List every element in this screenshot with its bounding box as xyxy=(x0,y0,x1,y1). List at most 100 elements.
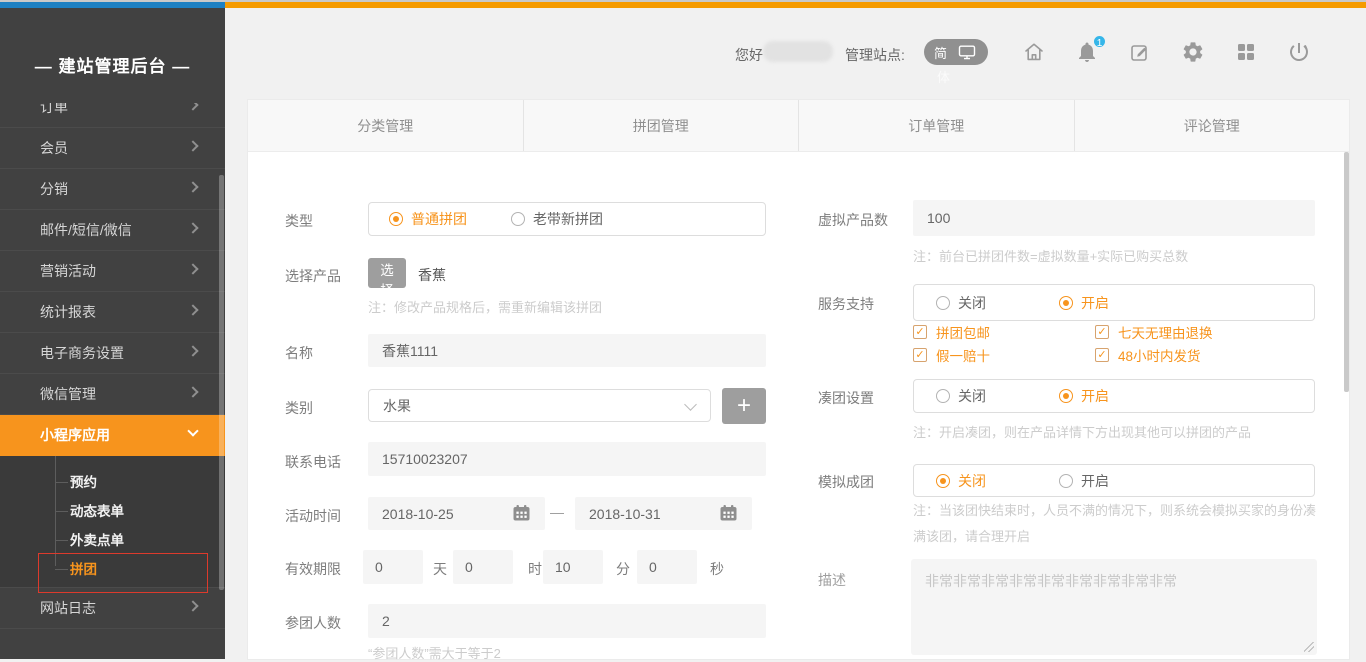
sidebar-subitem-takeout[interactable]: 外卖点单 xyxy=(0,526,225,555)
duration-hours-input[interactable] xyxy=(453,550,513,584)
power-icon[interactable] xyxy=(1287,40,1311,64)
chevron-right-icon xyxy=(187,140,198,151)
sidebar-item-site-log[interactable]: 网站日志 xyxy=(0,588,225,629)
resize-handle-icon[interactable] xyxy=(1304,642,1314,652)
service-label: 服务支持 xyxy=(818,294,874,314)
chevron-right-icon xyxy=(187,181,198,192)
content-scrollbar-thumb[interactable] xyxy=(1344,152,1349,392)
service-off-label[interactable]: 关闭 xyxy=(958,293,986,313)
chevron-right-icon xyxy=(187,345,198,356)
tab-review-management[interactable]: 评论管理 xyxy=(1075,100,1350,151)
select-product-button[interactable]: 选择 xyxy=(368,258,406,288)
simulate-note: 注：当该团快结束时，人员不满的情况下，则系统会模拟买家的身份凑满该团，请合理开启 xyxy=(913,498,1321,550)
duration-days-unit: 天 xyxy=(433,559,447,579)
gather-off-radio[interactable] xyxy=(936,389,950,403)
people-note: “参团人数”需大于等于2 xyxy=(368,643,501,662)
chevron-right-icon xyxy=(187,263,198,274)
manage-site-label: 管理站点: xyxy=(845,45,905,65)
duration-minutes-unit: 分 xyxy=(616,559,630,579)
chevron-right-icon xyxy=(187,304,198,315)
header-icons: 1 xyxy=(1022,40,1311,64)
sidebar-item-distribution[interactable]: 分销 xyxy=(0,169,225,210)
service-on-radio[interactable] xyxy=(1059,296,1073,310)
product-label: 选择产品 xyxy=(285,266,341,286)
sidebar-subitem-dynamic-form[interactable]: 动态表单 xyxy=(0,497,225,526)
content-card: 分类管理 拼团管理 订单管理 评论管理 类型 普通拼团 老带新拼团 选择产品 选… xyxy=(248,100,1349,659)
sidebar-item-marketing[interactable]: 营销活动 xyxy=(0,251,225,292)
people-label: 参团人数 xyxy=(285,613,341,633)
chevron-right-icon xyxy=(187,600,198,611)
simulate-label: 模拟成团 xyxy=(818,472,874,492)
simulate-off-radio[interactable] xyxy=(936,474,950,488)
add-category-button[interactable]: + xyxy=(722,388,766,424)
tab-bar: 分类管理 拼团管理 订单管理 评论管理 xyxy=(248,100,1349,152)
grid-icon[interactable] xyxy=(1234,40,1258,64)
category-select[interactable]: 水果 xyxy=(368,389,711,422)
service-on-label[interactable]: 开启 xyxy=(1081,293,1109,313)
chevron-right-icon xyxy=(187,222,198,233)
gather-on-label[interactable]: 开启 xyxy=(1081,386,1109,406)
lang-char-overflow: 体 xyxy=(937,67,950,86)
radio-oldnew-groupbuy-label[interactable]: 老带新拼团 xyxy=(533,209,603,229)
simulate-off-label[interactable]: 关闭 xyxy=(958,471,986,491)
gather-off-label[interactable]: 关闭 xyxy=(958,386,986,406)
time-label: 活动时间 xyxy=(285,506,341,526)
gather-on-radio[interactable] xyxy=(1059,389,1073,403)
check-free-shipping[interactable]: ✓ 拼团包邮 xyxy=(913,322,990,342)
monitor-icon xyxy=(958,45,976,60)
top-strip-orange xyxy=(225,2,1366,8)
language-switcher-pill[interactable]: 简 xyxy=(924,39,988,65)
tab-groupbuy-management[interactable]: 拼团管理 xyxy=(524,100,800,151)
sidebar-item-miniprogram-apps[interactable]: 小程序应用 xyxy=(0,415,225,456)
duration-seconds-input[interactable] xyxy=(637,550,697,584)
people-input[interactable] xyxy=(368,604,766,638)
virtual-input[interactable] xyxy=(913,200,1315,236)
sidebar-item-mail-sms-wechat[interactable]: 邮件/短信/微信 xyxy=(0,210,225,251)
calendar-icon[interactable] xyxy=(720,505,737,521)
simulate-on-radio[interactable] xyxy=(1059,474,1073,488)
desc-textarea[interactable]: 非常非常非常非常非常非常非常非常非常 xyxy=(911,559,1317,655)
gather-label: 凑团设置 xyxy=(818,388,874,408)
sidebar-subitem-booking[interactable]: 预约 xyxy=(0,468,225,497)
chevron-right-icon xyxy=(187,103,198,111)
simulate-on-label[interactable]: 开启 xyxy=(1081,471,1109,491)
duration-days-input[interactable] xyxy=(363,550,423,584)
product-value: 香蕉 xyxy=(418,265,446,285)
check-7day-return[interactable]: ✓ 七天无理由退换 xyxy=(1095,322,1213,342)
checkbox-checked-icon: ✓ xyxy=(1095,348,1109,362)
simulate-radio-group: 关闭 开启 xyxy=(913,464,1315,497)
calendar-icon[interactable] xyxy=(513,505,530,521)
sidebar-item-reports[interactable]: 统计报表 xyxy=(0,292,225,333)
edit-icon[interactable] xyxy=(1128,40,1152,64)
bell-icon[interactable]: 1 xyxy=(1075,40,1099,64)
sidebar-scrollbar-thumb[interactable] xyxy=(219,175,224,590)
tab-order-management[interactable]: 订单管理 xyxy=(799,100,1075,151)
sidebar-subitem-group-buy[interactable]: 拼团 xyxy=(0,555,225,584)
check-fake-one-pay-ten[interactable]: ✓ 假一赔十 xyxy=(913,345,990,365)
lang-char: 简 xyxy=(934,43,947,62)
sidebar-item-orders[interactable]: 订单 xyxy=(0,103,225,128)
check-48h-shipping[interactable]: ✓ 48小时内发货 xyxy=(1095,345,1201,365)
sidebar-item-ecommerce-settings[interactable]: 电子商务设置 xyxy=(0,333,225,374)
virtual-note: 注：前台已拼团件数=虚拟数量+实际已购买总数 xyxy=(913,246,1188,265)
sidebar-submenu: 预约 动态表单 外卖点单 拼团 xyxy=(0,456,225,588)
radio-normal-groupbuy-label[interactable]: 普通拼团 xyxy=(411,209,467,229)
type-radio-group: 普通拼团 老带新拼团 xyxy=(368,202,766,236)
sidebar-item-members[interactable]: 会员 xyxy=(0,128,225,169)
duration-seconds-unit: 秒 xyxy=(710,559,724,579)
desc-label: 描述 xyxy=(818,570,846,590)
date-separator: — xyxy=(550,504,564,520)
service-off-radio[interactable] xyxy=(936,296,950,310)
name-input[interactable] xyxy=(368,334,766,367)
duration-minutes-input[interactable] xyxy=(543,550,603,584)
sidebar-nav: 订单 会员 分销 邮件/短信/微信 营销活动 统计报表 电子商务设置 微信管理 … xyxy=(0,103,225,659)
radio-normal-groupbuy[interactable] xyxy=(389,212,403,226)
phone-input[interactable] xyxy=(368,442,766,476)
home-icon[interactable] xyxy=(1022,40,1046,64)
gear-icon[interactable] xyxy=(1181,40,1205,64)
gather-note: 注：开启凑团，则在产品详情下方出现其他可以拼团的产品 xyxy=(913,422,1251,441)
category-value: 水果 xyxy=(383,396,411,416)
radio-oldnew-groupbuy[interactable] xyxy=(511,212,525,226)
sidebar-item-wechat-management[interactable]: 微信管理 xyxy=(0,374,225,415)
tab-category-management[interactable]: 分类管理 xyxy=(248,100,524,151)
